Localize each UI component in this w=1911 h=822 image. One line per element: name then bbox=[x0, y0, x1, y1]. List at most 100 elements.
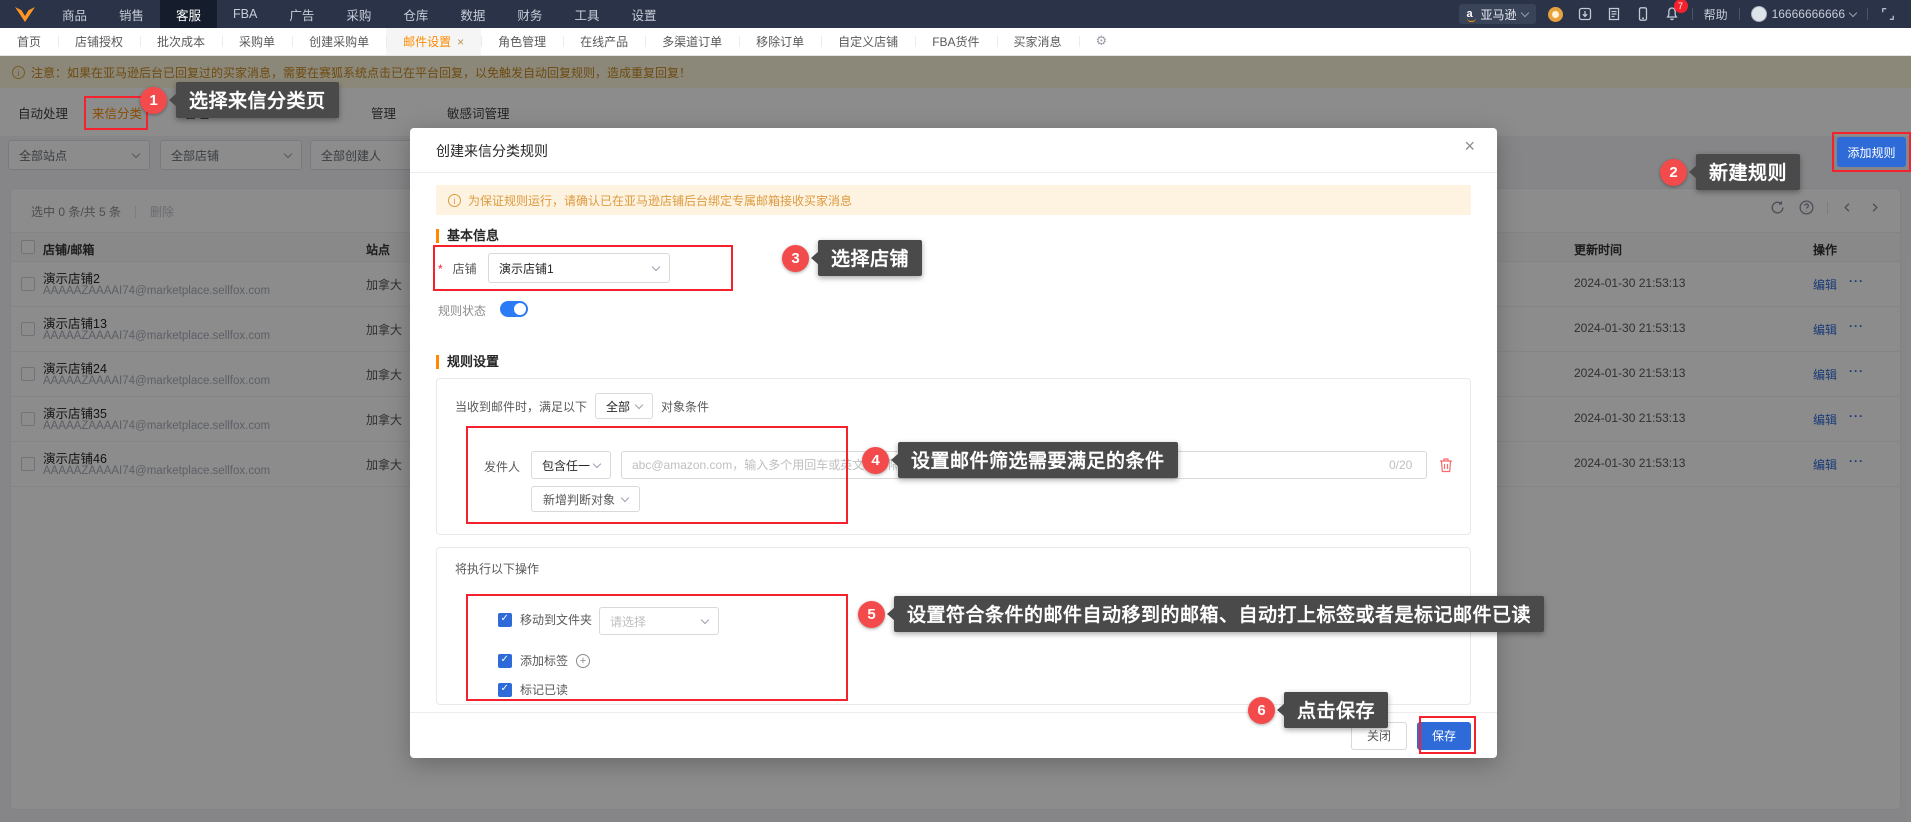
annotation-step-6: 6 点击保存 bbox=[1248, 692, 1389, 728]
notification-bell-icon[interactable]: 7 bbox=[1663, 0, 1688, 23]
nav-item-purchase[interactable]: 采购 bbox=[330, 0, 387, 28]
chevron-down-icon bbox=[1520, 8, 1529, 17]
sender-label: 发件人 bbox=[484, 460, 521, 474]
warning-text: 为保证规则运行，请确认已在亚马逊店铺后台绑定专属邮箱接收买家消息 bbox=[468, 193, 853, 208]
account-menu[interactable]: 16666666666 bbox=[1750, 6, 1858, 22]
sender-operator-select[interactable]: 包含任一 bbox=[531, 451, 611, 479]
create-rule-modal: 创建来信分类规则 × i 为保证规则运行，请确认已在亚马逊店铺后台绑定专属邮箱接… bbox=[410, 128, 1545, 758]
step-number-badge: 2 bbox=[1660, 158, 1687, 186]
rule-status-toggle[interactable] bbox=[500, 301, 528, 317]
tab-email-settings-label: 邮件设置 bbox=[403, 35, 452, 49]
tab-email-settings[interactable]: 邮件设置 × bbox=[386, 28, 482, 55]
checkbox-checked-icon[interactable] bbox=[498, 653, 512, 668]
tab-settings-gear[interactable]: ⚙ bbox=[1078, 28, 1125, 55]
action-tag-row: 添加标签 + bbox=[498, 652, 591, 669]
tab-online-products[interactable]: 在线产品 bbox=[563, 28, 645, 55]
divider bbox=[410, 172, 1497, 173]
condition-sentence: 当收到邮件时，满足以下 全部 对象条件 bbox=[455, 393, 709, 419]
avatar bbox=[1750, 6, 1767, 22]
nav-item-sales[interactable]: 销售 bbox=[103, 0, 160, 28]
top-nav-menu: 商品 销售 客服 FBA 广告 采购 仓库 数据 财务 工具 设置 bbox=[46, 0, 672, 28]
add-condition-label: 新增判断对象 bbox=[543, 492, 616, 507]
save-button[interactable]: 保存 bbox=[1416, 721, 1471, 750]
move-folder-placeholder: 请选择 bbox=[610, 614, 647, 629]
rule-status-label: 规则状态 bbox=[438, 304, 487, 318]
tab-fba-shipments[interactable]: FBA货件 bbox=[915, 28, 996, 55]
nav-item-settings[interactable]: 设置 bbox=[615, 0, 672, 28]
marketplace-label: 亚马逊 bbox=[1480, 7, 1517, 22]
marketplace-switcher[interactable]: a 亚马逊 bbox=[1458, 4, 1536, 24]
nav-item-ads[interactable]: 广告 bbox=[273, 0, 330, 28]
checkbox-checked-icon[interactable] bbox=[498, 682, 512, 697]
headset-icon[interactable] bbox=[1547, 5, 1565, 23]
info-icon: i bbox=[448, 193, 461, 207]
annotation-step-5: 5 设置符合条件的邮件自动移到的邮箱、自动打上标签或者是标记邮件已读 bbox=[858, 596, 1545, 632]
chevron-down-icon bbox=[651, 262, 661, 271]
step-number-badge: 5 bbox=[858, 600, 885, 628]
condition-prefix: 当收到邮件时，满足以下 bbox=[455, 399, 588, 414]
chevron-down-icon bbox=[700, 615, 710, 624]
mobile-icon[interactable] bbox=[1634, 5, 1652, 23]
annotation-tooltip: 新建规则 bbox=[1696, 154, 1801, 190]
section-title-basic: 基本信息 bbox=[436, 229, 499, 243]
close-icon[interactable]: × bbox=[1464, 137, 1475, 155]
notification-count-badge: 7 bbox=[1673, 0, 1688, 13]
tab-batch-cost[interactable]: 批次成本 bbox=[140, 28, 222, 55]
nav-item-tools[interactable]: 工具 bbox=[558, 0, 615, 28]
download-icon[interactable] bbox=[1576, 5, 1594, 23]
tab-custom-shop[interactable]: 自定义店铺 bbox=[821, 28, 915, 55]
nav-item-data[interactable]: 数据 bbox=[444, 0, 501, 28]
sellfox-logo-icon bbox=[0, 6, 46, 23]
divider bbox=[1738, 8, 1740, 20]
tab-removal-orders[interactable]: 移除订单 bbox=[739, 28, 821, 55]
actions-section-title: 将执行以下操作 bbox=[455, 562, 540, 576]
action-read-label: 标记已读 bbox=[520, 683, 569, 697]
gear-icon: ⚙ bbox=[1095, 34, 1108, 49]
chevron-down-icon bbox=[1848, 8, 1858, 17]
chevron-down-icon bbox=[620, 493, 630, 502]
tab-purchase-order[interactable]: 采购单 bbox=[222, 28, 292, 55]
divider bbox=[1867, 8, 1868, 20]
add-tag-plus-icon[interactable]: + bbox=[576, 653, 591, 668]
amazon-icon: a bbox=[1466, 6, 1476, 22]
app-root: 商品 销售 客服 FBA 广告 采购 仓库 数据 财务 工具 设置 a 亚马逊 bbox=[0, 0, 1911, 822]
action-move-label: 移动到文件夹 bbox=[520, 613, 593, 627]
nav-item-finance[interactable]: 财务 bbox=[501, 0, 558, 28]
chevron-down-icon bbox=[634, 400, 644, 409]
close-icon[interactable]: × bbox=[457, 35, 464, 49]
shop-select[interactable]: 演示店铺1 bbox=[488, 253, 670, 283]
annotation-tooltip: 选择店铺 bbox=[818, 240, 923, 276]
tab-multichannel-orders[interactable]: 多渠道订单 bbox=[645, 28, 739, 55]
chevron-down-icon bbox=[592, 459, 602, 468]
tab-create-purchase-order[interactable]: 创建采购单 bbox=[292, 28, 386, 55]
condition-match-value: 全部 bbox=[606, 399, 631, 414]
order-note-icon[interactable] bbox=[1605, 5, 1623, 23]
shop-field-label: * 店铺 bbox=[438, 261, 477, 277]
shop-select-value: 演示店铺1 bbox=[499, 261, 554, 276]
checkbox-checked-icon[interactable] bbox=[498, 612, 512, 627]
annotation-tooltip: 设置邮件筛选需要满足的条件 bbox=[898, 442, 1178, 478]
trash-icon[interactable] bbox=[1439, 457, 1453, 473]
step-number-badge: 6 bbox=[1248, 696, 1275, 724]
step-number-badge: 4 bbox=[862, 446, 889, 474]
tab-home[interactable]: 首页 bbox=[0, 28, 58, 55]
action-read-row: 标记已读 bbox=[498, 681, 568, 698]
account-number: 16666666666 bbox=[1771, 7, 1845, 21]
step-number-badge: 1 bbox=[140, 86, 167, 114]
nav-item-warehouse[interactable]: 仓库 bbox=[387, 0, 444, 28]
add-condition-button[interactable]: 新增判断对象 bbox=[531, 486, 641, 512]
top-navbar: 商品 销售 客服 FBA 广告 采购 仓库 数据 财务 工具 设置 a 亚马逊 bbox=[0, 0, 1911, 28]
required-asterisk: * bbox=[438, 261, 443, 276]
nav-item-customer-service[interactable]: 客服 bbox=[160, 0, 218, 28]
fullscreen-icon[interactable] bbox=[1879, 5, 1897, 23]
tab-shop-auth[interactable]: 店铺授权 bbox=[58, 28, 140, 55]
condition-match-select[interactable]: 全部 bbox=[595, 393, 654, 419]
annotation-tooltip: 选择来信分类页 bbox=[176, 82, 339, 118]
nav-item-goods[interactable]: 商品 bbox=[46, 0, 103, 28]
tab-buyer-messages[interactable]: 买家消息 bbox=[996, 28, 1079, 55]
add-rule-button[interactable]: 添加规则 bbox=[1837, 137, 1906, 167]
nav-item-fba[interactable]: FBA bbox=[217, 0, 273, 28]
tab-role-management[interactable]: 角色管理 bbox=[481, 28, 563, 55]
help-link[interactable]: 帮助 bbox=[1704, 6, 1728, 23]
move-folder-select[interactable]: 请选择 bbox=[599, 607, 719, 635]
